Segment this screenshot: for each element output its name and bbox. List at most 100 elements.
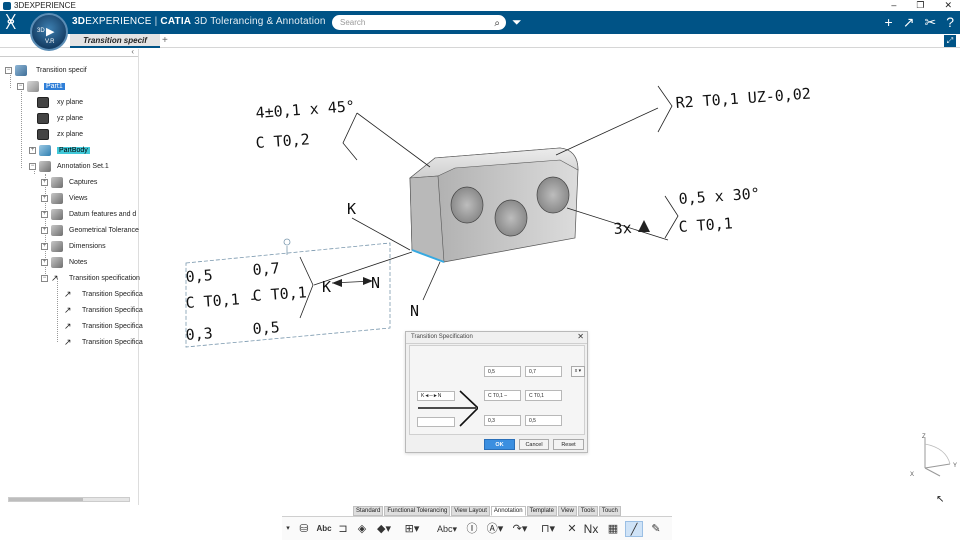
field-bot-left[interactable]: 0,3 — [484, 415, 521, 426]
tree-node-zx-plane[interactable]: zx plane — [37, 127, 83, 141]
compass-widget[interactable]: 3D ▶ V.R — [30, 13, 68, 51]
tree-node-notes[interactable]: + Notes — [41, 255, 87, 269]
tab-view[interactable]: View — [557, 506, 577, 516]
datum-target-icon[interactable]: Ⓘ — [465, 521, 479, 537]
tree-node-annotation-set[interactable]: − Annotation Set.1 — [29, 159, 109, 173]
datum-icon[interactable]: ⊐ — [336, 521, 350, 537]
tree-node-datum-features[interactable]: + Datum features and d — [41, 207, 136, 221]
tab-functional-tolerancing[interactable]: Functional Tolerancing — [384, 506, 451, 516]
text-abc-icon[interactable]: Abc▾ — [436, 521, 458, 537]
brand-catia: CATIA — [160, 16, 192, 27]
text-icon[interactable]: Abc — [316, 521, 332, 537]
tree-node-part[interactable]: − Part1 — [17, 79, 65, 93]
chamfer-annotation-text[interactable]: 4±0,1 x 45° — [255, 97, 355, 122]
action-bar-menu-icon[interactable]: ▾ — [284, 521, 292, 537]
flag-icon[interactable]: ↷▾ — [510, 521, 530, 537]
tree-node-transition-specification[interactable]: − ↗ Transition specification — [41, 271, 140, 285]
right-tolerance-text[interactable]: C T0,1 — [678, 214, 733, 236]
part-block[interactable] — [409, 147, 579, 263]
field-mid-left[interactable]: C T0,1 – — [484, 390, 521, 401]
direction-select[interactable]: x ▾ — [571, 366, 585, 377]
radius-annotation-text[interactable]: R2 T0,1 UZ-0,02 — [675, 85, 811, 112]
tree-node-views[interactable]: + Views — [41, 191, 88, 205]
collapse-icon[interactable]: − — [17, 82, 24, 90]
collapse-icon[interactable]: − — [41, 274, 48, 282]
leader-icon[interactable]: Ⓐ▾ — [486, 521, 504, 537]
tree-node-transition-spec-3[interactable]: ↗ Transition Specifica — [64, 319, 143, 333]
action-bar: ▾ ⛁ Abc ⊐ ◈ ◆▾ ⊞▾ Abc▾ Ⓘ Ⓐ▾ ↷▾ ⊓▾ ✕ Nx ▦… — [282, 516, 672, 540]
tab-view-layout[interactable]: View Layout — [451, 506, 490, 516]
scrollbar-thumb[interactable] — [9, 498, 83, 501]
new-tab-button[interactable]: + — [162, 34, 168, 47]
add-icon[interactable]: + — [885, 14, 893, 30]
tree-node-geometrical-tolerance[interactable]: + Geometrical Tolerance — [41, 223, 139, 237]
reset-button[interactable]: Reset — [553, 439, 584, 450]
tab-annotation[interactable]: Annotation — [490, 506, 526, 516]
table-icon[interactable]: ▦ — [604, 521, 622, 537]
share-icon[interactable]: ↗ — [903, 14, 915, 30]
cancel-button[interactable]: Cancel — [519, 439, 549, 450]
expand-icon[interactable]: + — [41, 258, 48, 266]
tab-touch[interactable]: Touch — [598, 506, 621, 516]
tab-template[interactable]: Template — [526, 506, 557, 516]
ok-button[interactable]: OK — [484, 439, 515, 450]
3ds-logo-icon[interactable]: ᚸ — [6, 14, 24, 32]
right-count-text[interactable]: 3x — [613, 219, 632, 238]
expand-icon[interactable]: + — [41, 226, 48, 234]
expand-icon[interactable]: + — [41, 242, 48, 250]
search-icon[interactable]: ⌕ — [494, 16, 500, 31]
triangle-symbol-icon — [638, 220, 650, 232]
field-top-left[interactable]: 0,5 — [484, 366, 521, 377]
tree-node-xy-plane[interactable]: xy plane — [37, 95, 83, 109]
restore-button[interactable]: ❐ — [916, 0, 924, 11]
tree-node-dimensions[interactable]: + Dimensions — [41, 239, 106, 253]
tree-node-root[interactable]: − Transition specif — [5, 63, 87, 77]
minimize-button[interactable]: – — [891, 0, 896, 11]
frame-handle[interactable] — [283, 238, 291, 246]
spec-n-label: N — [371, 274, 380, 292]
tree-scrollbar[interactable] — [8, 497, 130, 502]
capture-icon[interactable]: ⛁ — [296, 521, 312, 537]
tab-tools[interactable]: Tools — [577, 506, 598, 516]
close-window-button[interactable]: ✕ — [944, 0, 952, 11]
view-icon[interactable]: ◈ — [354, 521, 370, 537]
chamfer-tolerance-text[interactable]: C T0,2 — [255, 130, 310, 152]
spec-bot-right: 0,5 — [252, 318, 280, 338]
expand-icon[interactable]: + — [41, 194, 48, 202]
community-icon[interactable]: ✂ — [924, 14, 936, 30]
tree-node-transition-spec-1[interactable]: ↗ Transition Specifica — [64, 287, 143, 301]
field-top-right[interactable]: 0,7 — [525, 366, 562, 377]
search-input[interactable]: Search ⌕ — [332, 15, 506, 30]
collapse-icon[interactable]: − — [29, 162, 36, 170]
right-chamfer-text[interactable]: 0,5 x 30° — [678, 184, 760, 208]
nx-icon[interactable]: Nx — [582, 521, 600, 537]
tree-node-yz-plane[interactable]: yz plane — [37, 111, 83, 125]
expand-icon[interactable]: + — [41, 210, 48, 218]
transition-spec-icon[interactable]: ╱ — [625, 521, 643, 537]
close-icon[interactable]: ✕ — [577, 332, 584, 341]
expand-icon[interactable]: + — [41, 178, 48, 186]
expand-icon[interactable]: ⤢ — [944, 35, 956, 47]
tab-standard[interactable]: Standard — [353, 506, 384, 516]
help-icon[interactable]: ? — [946, 14, 954, 30]
tab-transition-specif[interactable]: Transition specif — [70, 34, 160, 48]
expand-icon[interactable]: + — [29, 146, 36, 154]
tree-node-transition-spec-4[interactable]: ↗ Transition Specifica — [64, 335, 143, 349]
paint-icon[interactable]: ✎ — [647, 521, 665, 537]
weld-icon[interactable]: ✕ — [564, 521, 580, 537]
tree-node-captures[interactable]: + Captures — [41, 175, 97, 189]
tree-node-label: Transition Specifica — [82, 322, 143, 330]
tree-node-transition-spec-2[interactable]: ↗ Transition Specifica — [64, 303, 143, 317]
axis-triad-icon[interactable]: Z Y X — [910, 430, 960, 480]
collapse-tree-icon[interactable]: ‹ — [131, 47, 134, 56]
dimension-icon[interactable]: ⊞▾ — [402, 521, 422, 537]
collapse-icon[interactable]: − — [5, 66, 12, 74]
brand-experience: EXPERIENCE — [85, 16, 152, 27]
tree-node-partbody[interactable]: + PartBody — [29, 143, 90, 157]
view-plane-icon[interactable]: ◆▾ — [374, 521, 394, 537]
search-placeholder: Search — [340, 18, 366, 27]
field-bot-right[interactable]: 0,5 — [525, 415, 562, 426]
field-mid-right[interactable]: C T0,1 — [525, 390, 562, 401]
frame-icon[interactable]: ⊓▾ — [538, 521, 558, 537]
tag-icon[interactable]: ⏷ — [512, 15, 522, 30]
